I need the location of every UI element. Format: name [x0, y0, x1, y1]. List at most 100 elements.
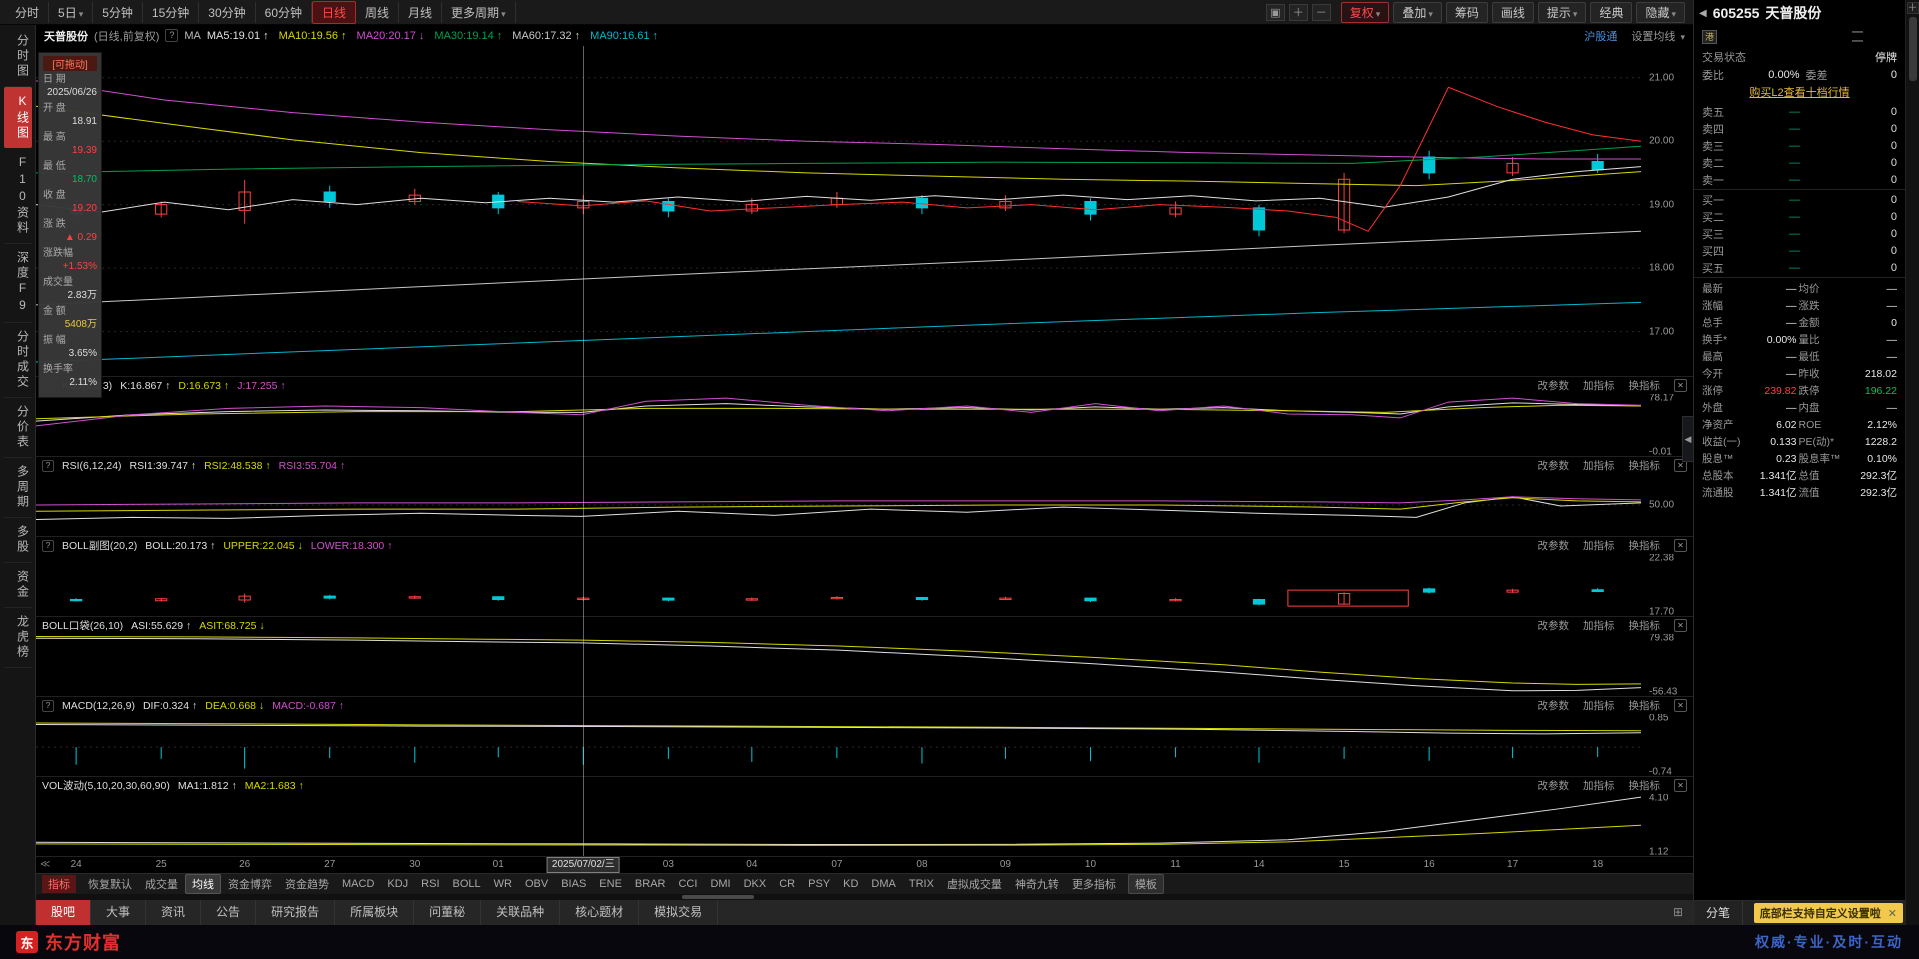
toolbar-button-4[interactable]: 提示 ▾ [1537, 1, 1587, 23]
bottom-tab-2[interactable]: 资讯 [146, 900, 202, 925]
add-indicator-link[interactable]: 加指标 [1583, 458, 1615, 473]
indicator-item-18[interactable]: CR [773, 877, 801, 891]
scrollbar-thumb[interactable] [682, 895, 755, 899]
indicator-item-15[interactable]: CCI [672, 877, 703, 891]
bottom-tab-8[interactable]: 核心题材 [560, 900, 640, 925]
indicator-item-9[interactable]: BOLL [447, 877, 487, 891]
chart-plot-vol[interactable] [36, 794, 1641, 856]
bottom-tab-3[interactable]: 公告 [201, 900, 257, 925]
chart-plot-rsi[interactable] [36, 474, 1641, 536]
sidebar-item-6[interactable]: 多周期 [3, 458, 32, 518]
period-button-1[interactable]: 5日 ▾ [49, 1, 94, 23]
indicator-item-4[interactable]: 资金博弈 [222, 875, 278, 893]
add-indicator-link[interactable]: 加指标 [1583, 538, 1615, 553]
close-panel-icon[interactable]: ✕ [1674, 539, 1687, 552]
switch-indicator-link[interactable]: 换指标 [1629, 378, 1661, 393]
indicator-item-20[interactable]: KD [837, 877, 864, 891]
add-indicator-link[interactable]: 加指标 [1583, 778, 1615, 793]
close-panel-icon[interactable]: ✕ [1674, 699, 1687, 712]
indicator-item-14[interactable]: BRAR [629, 877, 672, 891]
sidebar-item-4[interactable]: 分时成交 [3, 323, 32, 398]
zoom-in-icon[interactable]: ＋ [1288, 3, 1308, 21]
close-panel-icon[interactable]: ✕ [1674, 379, 1687, 392]
brand-logo[interactable]: 东 东方财富 [16, 929, 121, 955]
switch-indicator-link[interactable]: 换指标 [1629, 778, 1661, 793]
indicator-item-13[interactable]: ENE [593, 877, 628, 891]
hgt-link[interactable]: 沪股通 [1584, 28, 1617, 44]
indicator-item-5[interactable]: 资金趋势 [279, 875, 335, 893]
sidebar-item-2[interactable]: F10资料 [3, 148, 32, 244]
bottom-tab-9[interactable]: 模拟交易 [639, 900, 719, 925]
ma-settings-link[interactable]: 设置均线 ▾ [1631, 28, 1685, 44]
indicator-item-11[interactable]: OBV [519, 877, 554, 891]
horizontal-scrollbar[interactable] [36, 894, 1693, 900]
period-button-2[interactable]: 5分钟 [93, 1, 143, 23]
indicator-item-3[interactable]: 均线 [185, 874, 221, 894]
period-button-9[interactable]: 更多周期 ▾ [442, 1, 516, 23]
tooltip-drag-handle[interactable]: [可拖动] [43, 56, 97, 71]
l2-upsell-link[interactable]: 购买L2查看十档行情 [1694, 84, 1905, 103]
toolbar-button-1[interactable]: 叠加 ▾ [1393, 1, 1442, 23]
indicator-item-23[interactable]: 虚拟成交量 [941, 875, 1008, 893]
bottom-tab-5[interactable]: 所属板块 [335, 900, 415, 925]
indicator-item-19[interactable]: PSY [802, 877, 836, 891]
vertical-scrollbar-thumb[interactable] [1908, 17, 1917, 81]
help-icon[interactable]: ? [165, 29, 179, 42]
period-button-5[interactable]: 60分钟 [256, 1, 312, 23]
sidebar-item-8[interactable]: 资金 [3, 563, 32, 608]
switch-indicator-link[interactable]: 换指标 [1629, 458, 1661, 473]
chart-plot-boll[interactable] [36, 554, 1641, 616]
edit-params-link[interactable]: 改参数 [1538, 458, 1570, 473]
sidebar-item-0[interactable]: 分时图 [3, 27, 32, 87]
help-icon[interactable]: ? [42, 539, 54, 552]
close-panel-icon[interactable]: ✕ [1674, 779, 1687, 792]
indicator-item-1[interactable]: 恢复默认 [82, 875, 138, 893]
sidebar-item-5[interactable]: 分价表 [3, 398, 32, 458]
add-indicator-link[interactable]: 加指标 [1583, 698, 1615, 713]
edit-params-link[interactable]: 改参数 [1538, 538, 1570, 553]
toolbar-button-6[interactable]: 隐藏 ▾ [1636, 1, 1685, 23]
help-icon[interactable]: ? [42, 459, 54, 472]
bottom-tab-7[interactable]: 关联品种 [481, 900, 561, 925]
edit-params-link[interactable]: 改参数 [1538, 778, 1570, 793]
edit-params-link[interactable]: 改参数 [1538, 378, 1570, 393]
edit-params-link[interactable]: 改参数 [1538, 618, 1570, 633]
indicator-item-6[interactable]: MACD [336, 877, 380, 891]
period-button-8[interactable]: 月线 [399, 1, 443, 23]
indicator-item-12[interactable]: BIAS [555, 877, 592, 891]
indicator-item-10[interactable]: WR [488, 877, 518, 891]
period-button-4[interactable]: 30分钟 [199, 1, 256, 23]
edit-params-link[interactable]: 改参数 [1538, 698, 1570, 713]
collapse-arrow-icon[interactable]: ◀ [1699, 8, 1707, 19]
scroll-left-icon[interactable]: ≪ [40, 859, 50, 870]
switch-indicator-link[interactable]: 换指标 [1629, 618, 1661, 633]
indicator-item-8[interactable]: RSI [415, 877, 445, 891]
bottom-tab-0[interactable]: 股吧 [36, 900, 92, 925]
indicator-item-25[interactable]: 更多指标 [1066, 875, 1122, 893]
sidebar-item-1[interactable]: K线图 [3, 87, 32, 148]
indicator-item-7[interactable]: KDJ [381, 877, 414, 891]
add-indicator-link[interactable]: 加指标 [1583, 618, 1615, 633]
indicator-item-22[interactable]: TRIX [903, 877, 940, 891]
toolbar-button-2[interactable]: 筹码 [1445, 1, 1488, 23]
add-panel-icon[interactable]: ＋ [1906, 2, 1919, 14]
panel-collapse-handle[interactable]: ◀ [1682, 416, 1694, 463]
bottom-tab-1[interactable]: 大事 [91, 900, 147, 925]
toolbar-button-5[interactable]: 经典 [1590, 1, 1633, 23]
period-button-7[interactable]: 周线 [356, 1, 400, 23]
switch-indicator-link[interactable]: 换指标 [1629, 698, 1661, 713]
bottom-tab-6[interactable]: 问董秘 [414, 900, 482, 925]
toolbar-button-3[interactable]: 画线 [1491, 1, 1534, 23]
period-button-6[interactable]: 日线 [312, 0, 357, 24]
sidebar-item-9[interactable]: 龙虎榜 [3, 608, 32, 668]
close-panel-icon[interactable]: ✕ [1674, 619, 1687, 632]
indicator-item-26[interactable]: 模板 [1127, 874, 1164, 894]
add-indicator-link[interactable]: 加指标 [1583, 378, 1615, 393]
period-button-0[interactable]: 分时 [6, 1, 50, 23]
chart-plot-main[interactable] [36, 46, 1641, 376]
indicator-item-16[interactable]: DMI [704, 877, 736, 891]
bottom-tab-4[interactable]: 研究报告 [256, 900, 336, 925]
chart-plot-macd[interactable] [36, 714, 1641, 776]
period-button-3[interactable]: 15分钟 [143, 1, 200, 23]
indicator-item-24[interactable]: 神奇九转 [1009, 875, 1065, 893]
